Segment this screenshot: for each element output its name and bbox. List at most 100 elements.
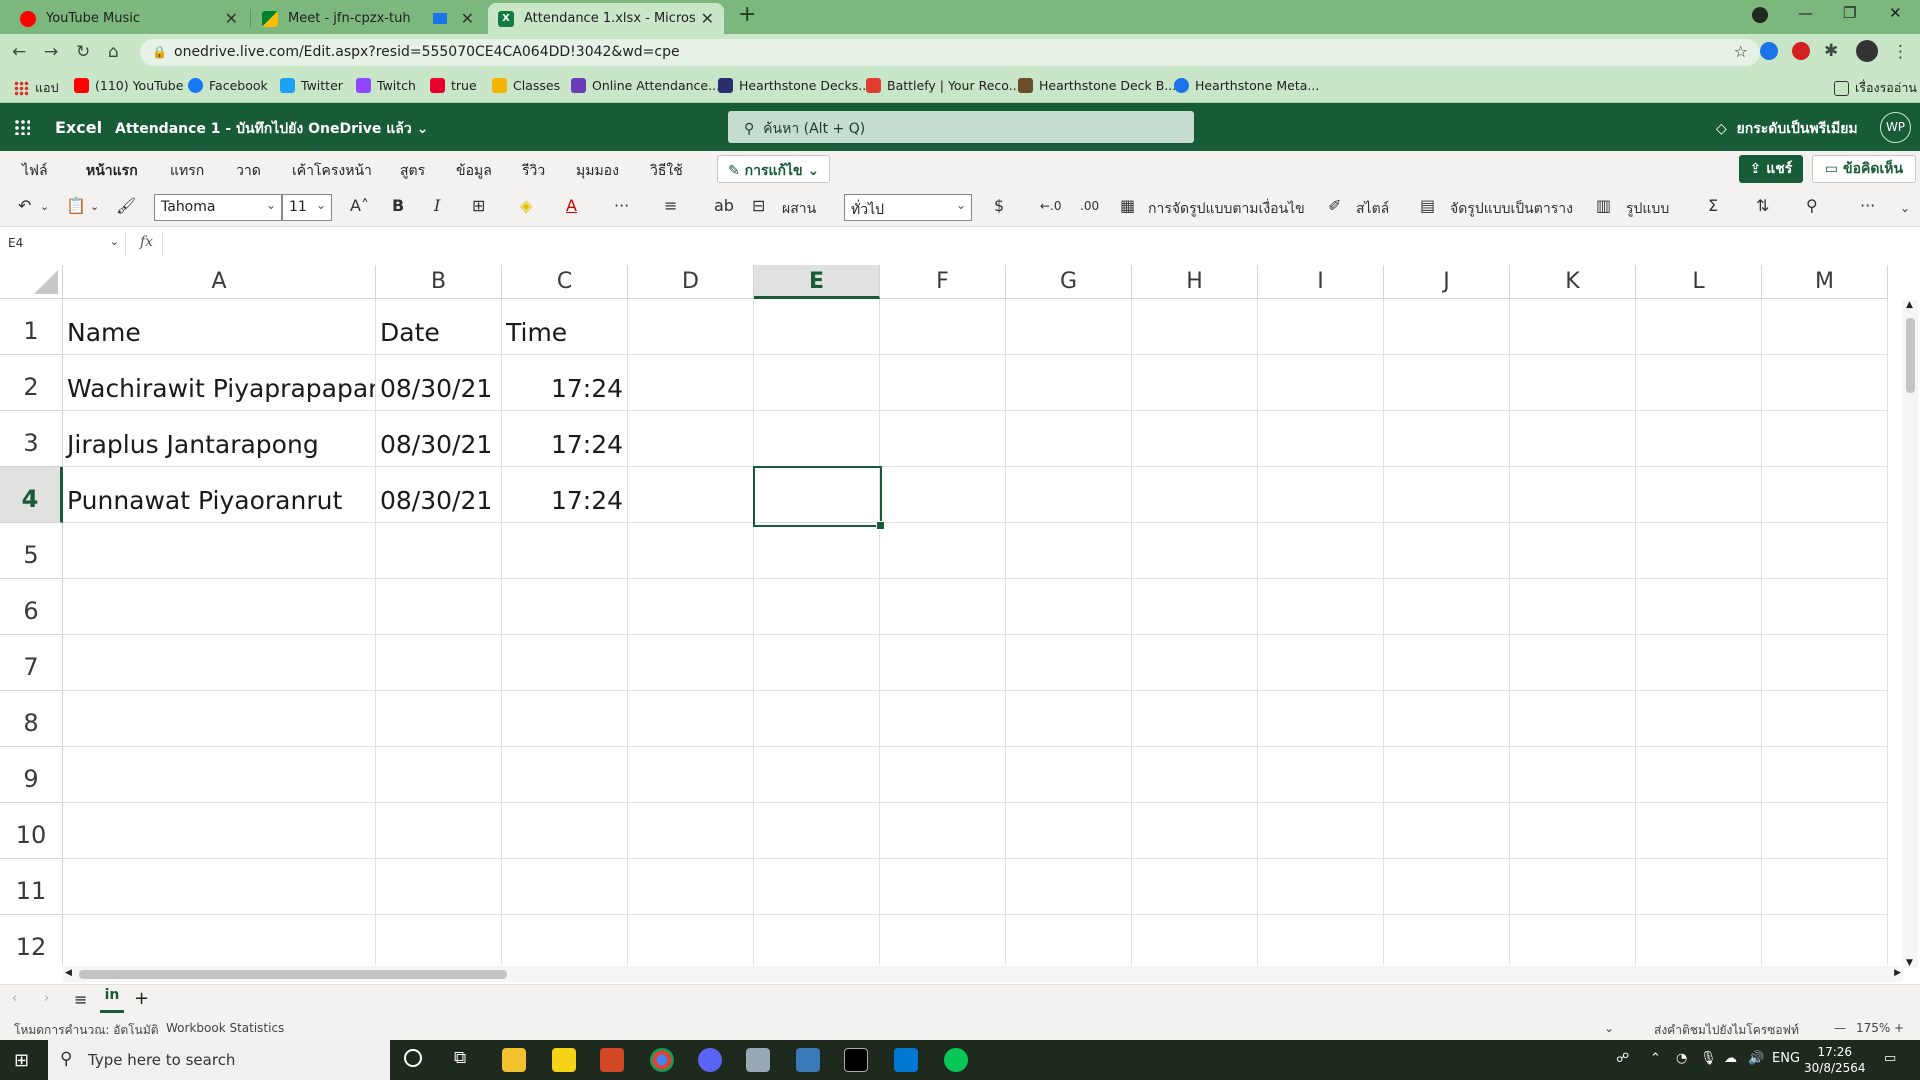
cell-c2[interactable]: 17:24	[502, 355, 628, 411]
volume-icon[interactable]: 🔊	[1748, 1051, 1764, 1066]
tab-review[interactable]: รีวิว	[522, 160, 545, 182]
cell-l11[interactable]	[1636, 859, 1762, 915]
cell-b6[interactable]	[376, 579, 502, 635]
row-header-1[interactable]: 1	[0, 299, 63, 355]
cell-c4[interactable]: 17:24	[502, 467, 628, 523]
cell-k6[interactable]	[1510, 579, 1636, 635]
cell-k1[interactable]	[1510, 299, 1636, 355]
cell-l2[interactable]	[1636, 355, 1762, 411]
merge-icon[interactable]: ⊟	[752, 196, 765, 215]
cell-b3[interactable]: 08/30/21	[376, 411, 502, 467]
tab-search-icon[interactable]	[1752, 7, 1768, 23]
onedrive-icon[interactable]: ☁	[1724, 1051, 1737, 1066]
home-icon[interactable]: ⌂	[108, 42, 119, 62]
cell-m7[interactable]	[1762, 635, 1888, 691]
cell-g1[interactable]	[1006, 299, 1132, 355]
file-explorer-icon[interactable]	[502, 1048, 526, 1072]
styles-icon[interactable]: ✐	[1328, 196, 1341, 215]
cell-h9[interactable]	[1132, 747, 1258, 803]
windows-start-icon[interactable]: ⊞	[14, 1050, 29, 1071]
conditional-format-icon[interactable]: ▦	[1120, 196, 1135, 215]
cell-m3[interactable]	[1762, 411, 1888, 467]
cell-g2[interactable]	[1006, 355, 1132, 411]
terminal-icon[interactable]	[844, 1048, 868, 1072]
cell-f5[interactable]	[880, 523, 1006, 579]
more-menu-icon[interactable]: ⋮	[1892, 42, 1909, 62]
share-button[interactable]: ⇪ แชร์	[1739, 155, 1803, 183]
column-header-c[interactable]: C	[502, 265, 628, 299]
line-icon[interactable]	[944, 1048, 968, 1072]
cell-l8[interactable]	[1636, 691, 1762, 747]
profile-avatar-icon[interactable]	[1856, 40, 1878, 62]
language-indicator[interactable]: ENG	[1772, 1051, 1800, 1066]
chevron-down-icon[interactable]: ⌄	[1900, 201, 1910, 215]
formula-input[interactable]	[162, 233, 1916, 255]
cell-e9[interactable]	[754, 747, 880, 803]
cell-g11[interactable]	[1006, 859, 1132, 915]
cell-j10[interactable]	[1384, 803, 1510, 859]
close-window-button[interactable]: ✕	[1889, 4, 1902, 22]
cell-g4[interactable]	[1006, 467, 1132, 523]
row-header-11[interactable]: 11	[0, 859, 63, 915]
network-icon[interactable]: ◔	[1676, 1051, 1687, 1066]
column-header-d[interactable]: D	[628, 265, 754, 299]
cell-b12[interactable]	[376, 915, 502, 965]
cell-a7[interactable]	[63, 635, 376, 691]
row-header-9[interactable]: 9	[0, 747, 63, 803]
discord-icon[interactable]	[698, 1048, 722, 1072]
column-header-e[interactable]: E	[754, 265, 880, 299]
cell-h12[interactable]	[1132, 915, 1258, 965]
cell-l7[interactable]	[1636, 635, 1762, 691]
cell-j7[interactable]	[1384, 635, 1510, 691]
cell-g5[interactable]	[1006, 523, 1132, 579]
bookmark-online-attendance[interactable]: Online Attendance...	[571, 78, 720, 93]
cell-a10[interactable]	[63, 803, 376, 859]
cell-k9[interactable]	[1510, 747, 1636, 803]
minimize-button[interactable]: —	[1798, 4, 1813, 22]
cell-h3[interactable]	[1132, 411, 1258, 467]
people-icon[interactable]: ☍	[1616, 1051, 1629, 1066]
document-title[interactable]: Attendance 1 - บันทึกไปยัง OneDrive แล้ว…	[115, 118, 428, 140]
cell-b10[interactable]	[376, 803, 502, 859]
active-cell-e4[interactable]	[753, 466, 885, 530]
undo-icon[interactable]: ↶	[18, 196, 31, 215]
cell-g8[interactable]	[1006, 691, 1132, 747]
cell-e12[interactable]	[754, 915, 880, 965]
cell-a12[interactable]	[63, 915, 376, 965]
cell-m4[interactable]	[1762, 467, 1888, 523]
bookmark-facebook[interactable]: Facebook	[188, 78, 268, 93]
cell-e3[interactable]	[754, 411, 880, 467]
cell-h11[interactable]	[1132, 859, 1258, 915]
cell-l1[interactable]	[1636, 299, 1762, 355]
tab-home[interactable]: หน้าแรก	[86, 160, 138, 190]
cell-j2[interactable]	[1384, 355, 1510, 411]
task-view-icon[interactable]: ⧉	[454, 1048, 466, 1068]
bookmark-twitter[interactable]: Twitter	[280, 78, 343, 93]
row-header-12[interactable]: 12	[0, 915, 63, 965]
premium-button[interactable]: ◇ ยกระดับเป็นพรีเมียม	[1716, 118, 1858, 140]
wrap-text-icon[interactable]: ab	[714, 196, 734, 215]
avatar[interactable]: WP	[1880, 112, 1911, 143]
cell-j6[interactable]	[1384, 579, 1510, 635]
select-all-corner[interactable]	[0, 265, 63, 299]
cell-d11[interactable]	[628, 859, 754, 915]
close-icon[interactable]: ✕	[701, 9, 714, 28]
format-as-table-label[interactable]: จัดรูปแบบเป็นตาราง	[1450, 198, 1573, 220]
add-sheet-button[interactable]: +	[134, 988, 149, 1009]
cell-l9[interactable]	[1636, 747, 1762, 803]
cell-e10[interactable]	[754, 803, 880, 859]
currency-icon[interactable]: $	[994, 196, 1004, 215]
column-header-h[interactable]: H	[1132, 265, 1258, 299]
cell-f6[interactable]	[880, 579, 1006, 635]
cell-f2[interactable]	[880, 355, 1006, 411]
chevron-down-icon[interactable]: ⌄	[1604, 1021, 1614, 1035]
tab-draw[interactable]: วาด	[236, 160, 261, 182]
maximize-button[interactable]: ❐	[1843, 4, 1856, 22]
workbook-statistics[interactable]: Workbook Statistics	[166, 1021, 284, 1035]
reload-icon[interactable]: ↻	[76, 42, 90, 62]
all-sheets-icon[interactable]: ≡	[74, 990, 87, 1009]
cell-a6[interactable]	[63, 579, 376, 635]
cell-i8[interactable]	[1258, 691, 1384, 747]
cell-m5[interactable]	[1762, 523, 1888, 579]
tab-insert[interactable]: แทรก	[170, 160, 204, 182]
